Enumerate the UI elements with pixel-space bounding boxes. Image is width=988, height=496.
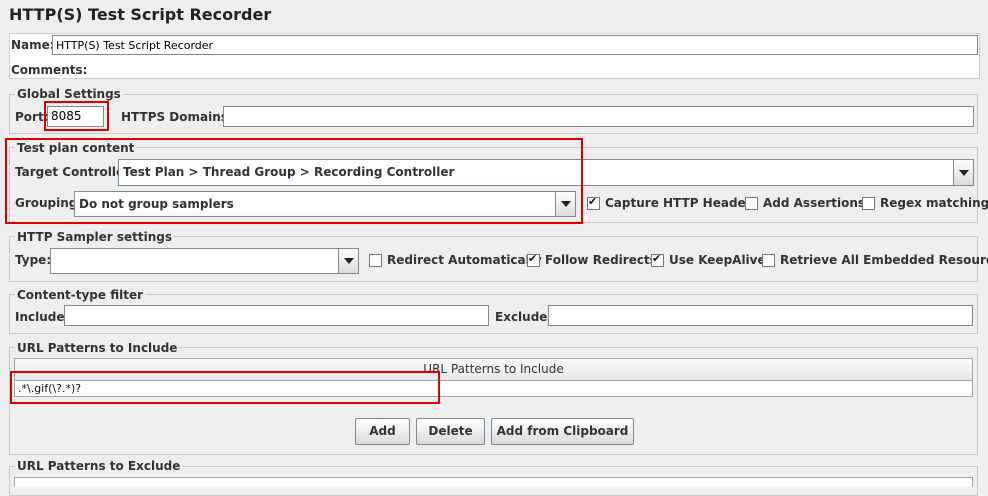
include-input[interactable] xyxy=(64,305,489,326)
exclude-patterns-table-edge xyxy=(14,477,973,487)
capture-http-headers-label: Capture HTTP Headers xyxy=(605,196,759,210)
test-plan-highlight xyxy=(5,138,583,224)
exclude-label: Exclude: xyxy=(495,310,553,324)
checkbox-checked-icon[interactable] xyxy=(527,252,540,267)
checkbox-checked-icon[interactable] xyxy=(587,195,600,210)
exclude-patterns-legend: URL Patterns to Exclude xyxy=(15,459,183,473)
type-label: Type: xyxy=(15,253,52,267)
checkbox-unchecked-icon[interactable] xyxy=(862,196,875,210)
include-label: Include: xyxy=(15,310,70,324)
regex-matching-label: Regex matching xyxy=(880,196,988,210)
pattern-row-highlight xyxy=(10,371,440,404)
add-from-clipboard-button[interactable]: Add from Clipboard xyxy=(491,418,634,445)
name-input[interactable]: HTTP(S) Test Script Recorder xyxy=(52,35,978,55)
column-header-label: URL Patterns to Include xyxy=(423,362,564,376)
redirect-automatically-checkbox[interactable]: Redirect Automatically xyxy=(369,253,542,267)
checkbox-checked-icon[interactable] xyxy=(651,252,664,267)
content-filter-legend: Content-type filter xyxy=(15,288,145,302)
regex-matching-checkbox[interactable]: Regex matching xyxy=(862,196,988,210)
https-domains-label: HTTPS Domains : xyxy=(121,110,237,124)
add-button[interactable]: Add xyxy=(355,418,410,445)
page-title: HTTP(S) Test Script Recorder xyxy=(9,5,272,24)
use-keepalive-label: Use KeepAlive xyxy=(669,253,766,267)
type-select[interactable] xyxy=(50,248,359,274)
comments-label: Comments: xyxy=(11,63,88,77)
global-settings-legend: Global Settings xyxy=(15,87,123,101)
add-assertions-label: Add Assertions xyxy=(763,196,866,210)
checkbox-unchecked-icon[interactable] xyxy=(745,196,758,210)
port-highlight xyxy=(44,101,109,131)
follow-redirects-checkbox[interactable]: Follow Redirects xyxy=(527,252,657,267)
checkbox-unchecked-icon[interactable] xyxy=(369,253,382,267)
chevron-down-icon[interactable] xyxy=(953,160,973,185)
chevron-down-icon[interactable] xyxy=(338,249,358,273)
redirect-automatically-label: Redirect Automatically xyxy=(387,253,542,267)
comments-input[interactable] xyxy=(80,59,978,78)
https-domains-input[interactable] xyxy=(223,106,974,127)
capture-http-headers-checkbox[interactable]: Capture HTTP Headers xyxy=(587,195,759,210)
retrieve-embedded-checkbox[interactable]: Retrieve All Embedded Resources xyxy=(762,253,988,267)
name-label: Name: xyxy=(11,38,55,52)
delete-button[interactable]: Delete xyxy=(416,418,485,445)
add-assertions-checkbox[interactable]: Add Assertions xyxy=(745,196,865,210)
checkbox-unchecked-icon[interactable] xyxy=(762,253,775,267)
use-keepalive-checkbox[interactable]: Use KeepAlive xyxy=(651,252,766,267)
exclude-input[interactable] xyxy=(548,305,973,326)
include-patterns-legend: URL Patterns to Include xyxy=(15,341,180,355)
sampler-settings-legend: HTTP Sampler settings xyxy=(15,230,174,244)
follow-redirects-label: Follow Redirects xyxy=(545,253,657,267)
retrieve-embedded-label: Retrieve All Embedded Resources xyxy=(780,253,988,267)
